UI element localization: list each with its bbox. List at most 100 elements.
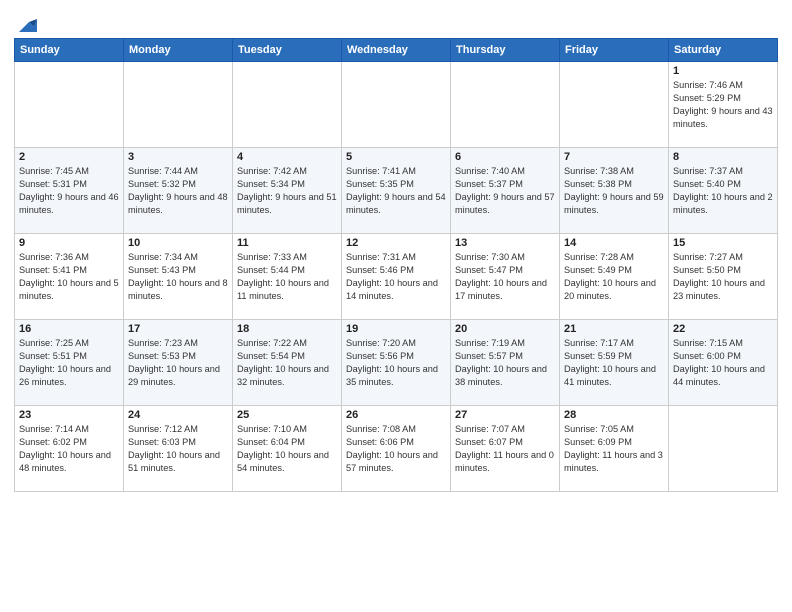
calendar-week: 2Sunrise: 7:45 AM Sunset: 5:31 PM Daylig…	[15, 148, 778, 234]
day-number: 21	[564, 323, 664, 335]
weekday-row: SundayMondayTuesdayWednesdayThursdayFrid…	[15, 39, 778, 62]
calendar-cell: 10 Sunrise: 7:34 AM Sunset: 5:43 PM Dayli…	[124, 234, 233, 320]
day-info: Sunrise: 7:46 AM Sunset: 5:29 PM Dayligh…	[673, 79, 773, 131]
day-info: Sunrise: 7:31 AM Sunset: 5:46 PM Dayligh…	[346, 251, 446, 303]
weekday-header: Sunday	[15, 39, 124, 62]
day-number: 11	[237, 237, 337, 249]
calendar-cell: 16 Sunrise: 7:25 AM Sunset: 5:51 PM Dayli…	[15, 320, 124, 406]
calendar-cell: 7 Sunrise: 7:38 AM Sunset: 5:38 PM Daylig…	[560, 148, 669, 234]
day-number: 22	[673, 323, 773, 335]
calendar-cell: 9Sunrise: 7:36 AM Sunset: 5:41 PM Daylig…	[15, 234, 124, 320]
day-info: Sunrise: 7:05 AM Sunset: 6:09 PM Dayligh…	[564, 423, 664, 475]
calendar-cell	[233, 62, 342, 148]
calendar-cell: 14 Sunrise: 7:28 AM Sunset: 5:49 PM Dayli…	[560, 234, 669, 320]
calendar-cell: 12 Sunrise: 7:31 AM Sunset: 5:46 PM Dayli…	[342, 234, 451, 320]
day-number: 8	[673, 151, 773, 163]
day-info: Sunrise: 7:17 AM Sunset: 5:59 PM Dayligh…	[564, 337, 664, 389]
calendar-week: 1Sunrise: 7:46 AM Sunset: 5:29 PM Daylig…	[15, 62, 778, 148]
weekday-header: Saturday	[669, 39, 778, 62]
day-number: 25	[237, 409, 337, 421]
day-number: 20	[455, 323, 555, 335]
day-number: 16	[19, 323, 119, 335]
calendar-cell: 8 Sunrise: 7:37 AM Sunset: 5:40 PM Daylig…	[669, 148, 778, 234]
day-number: 5	[346, 151, 446, 163]
calendar-cell	[560, 62, 669, 148]
day-info: Sunrise: 7:23 AM Sunset: 5:53 PM Dayligh…	[128, 337, 228, 389]
weekday-header: Wednesday	[342, 39, 451, 62]
day-info: Sunrise: 7:40 AM Sunset: 5:37 PM Dayligh…	[455, 165, 555, 217]
header	[14, 10, 778, 32]
day-number: 4	[237, 151, 337, 163]
day-number: 19	[346, 323, 446, 335]
weekday-header: Tuesday	[233, 39, 342, 62]
calendar-cell: 1Sunrise: 7:46 AM Sunset: 5:29 PM Daylig…	[669, 62, 778, 148]
calendar-week: 9Sunrise: 7:36 AM Sunset: 5:41 PM Daylig…	[15, 234, 778, 320]
calendar-cell: 24 Sunrise: 7:12 AM Sunset: 6:03 PM Dayli…	[124, 406, 233, 492]
day-info: Sunrise: 7:20 AM Sunset: 5:56 PM Dayligh…	[346, 337, 446, 389]
weekday-header: Thursday	[451, 39, 560, 62]
day-info: Sunrise: 7:36 AM Sunset: 5:41 PM Dayligh…	[19, 251, 119, 303]
weekday-header: Monday	[124, 39, 233, 62]
logo	[14, 14, 37, 32]
day-info: Sunrise: 7:15 AM Sunset: 6:00 PM Dayligh…	[673, 337, 773, 389]
day-number: 14	[564, 237, 664, 249]
weekday-header: Friday	[560, 39, 669, 62]
calendar-header: SundayMondayTuesdayWednesdayThursdayFrid…	[15, 39, 778, 62]
day-number: 6	[455, 151, 555, 163]
day-info: Sunrise: 7:37 AM Sunset: 5:40 PM Dayligh…	[673, 165, 773, 217]
page-container: SundayMondayTuesdayWednesdayThursdayFrid…	[0, 0, 792, 498]
day-info: Sunrise: 7:08 AM Sunset: 6:06 PM Dayligh…	[346, 423, 446, 475]
calendar-cell: 19 Sunrise: 7:20 AM Sunset: 5:56 PM Dayli…	[342, 320, 451, 406]
day-number: 24	[128, 409, 228, 421]
day-number: 3	[128, 151, 228, 163]
day-number: 13	[455, 237, 555, 249]
day-info: Sunrise: 7:25 AM Sunset: 5:51 PM Dayligh…	[19, 337, 119, 389]
day-info: Sunrise: 7:10 AM Sunset: 6:04 PM Dayligh…	[237, 423, 337, 475]
calendar-cell: 15 Sunrise: 7:27 AM Sunset: 5:50 PM Dayli…	[669, 234, 778, 320]
calendar-cell: 21 Sunrise: 7:17 AM Sunset: 5:59 PM Dayli…	[560, 320, 669, 406]
calendar-cell: 26 Sunrise: 7:08 AM Sunset: 6:06 PM Dayli…	[342, 406, 451, 492]
day-info: Sunrise: 7:38 AM Sunset: 5:38 PM Dayligh…	[564, 165, 664, 217]
day-info: Sunrise: 7:44 AM Sunset: 5:32 PM Dayligh…	[128, 165, 228, 217]
day-info: Sunrise: 7:14 AM Sunset: 6:02 PM Dayligh…	[19, 423, 119, 475]
calendar-cell: 6 Sunrise: 7:40 AM Sunset: 5:37 PM Daylig…	[451, 148, 560, 234]
day-number: 12	[346, 237, 446, 249]
calendar-cell	[451, 62, 560, 148]
calendar-cell: 11 Sunrise: 7:33 AM Sunset: 5:44 PM Dayli…	[233, 234, 342, 320]
day-number: 10	[128, 237, 228, 249]
day-number: 18	[237, 323, 337, 335]
calendar-cell	[342, 62, 451, 148]
calendar-cell: 20Sunrise: 7:19 AM Sunset: 5:57 PM Dayli…	[451, 320, 560, 406]
day-info: Sunrise: 7:33 AM Sunset: 5:44 PM Dayligh…	[237, 251, 337, 303]
logo-icon	[15, 14, 37, 36]
day-number: 28	[564, 409, 664, 421]
day-info: Sunrise: 7:22 AM Sunset: 5:54 PM Dayligh…	[237, 337, 337, 389]
calendar-cell: 25 Sunrise: 7:10 AM Sunset: 6:04 PM Dayli…	[233, 406, 342, 492]
calendar-cell: 17Sunrise: 7:23 AM Sunset: 5:53 PM Dayli…	[124, 320, 233, 406]
calendar-cell	[15, 62, 124, 148]
calendar-cell: 18 Sunrise: 7:22 AM Sunset: 5:54 PM Dayli…	[233, 320, 342, 406]
calendar-cell	[669, 406, 778, 492]
day-number: 26	[346, 409, 446, 421]
day-info: Sunrise: 7:07 AM Sunset: 6:07 PM Dayligh…	[455, 423, 555, 475]
calendar-week: 23Sunrise: 7:14 AM Sunset: 6:02 PM Dayli…	[15, 406, 778, 492]
calendar-cell: 2Sunrise: 7:45 AM Sunset: 5:31 PM Daylig…	[15, 148, 124, 234]
calendar-cell: 4 Sunrise: 7:42 AM Sunset: 5:34 PM Daylig…	[233, 148, 342, 234]
day-number: 2	[19, 151, 119, 163]
calendar-cell: 23Sunrise: 7:14 AM Sunset: 6:02 PM Dayli…	[15, 406, 124, 492]
day-number: 7	[564, 151, 664, 163]
day-number: 27	[455, 409, 555, 421]
calendar-cell: 5 Sunrise: 7:41 AM Sunset: 5:35 PM Daylig…	[342, 148, 451, 234]
calendar-cell: 3 Sunrise: 7:44 AM Sunset: 5:32 PM Daylig…	[124, 148, 233, 234]
day-info: Sunrise: 7:28 AM Sunset: 5:49 PM Dayligh…	[564, 251, 664, 303]
calendar-table: SundayMondayTuesdayWednesdayThursdayFrid…	[14, 38, 778, 492]
day-info: Sunrise: 7:12 AM Sunset: 6:03 PM Dayligh…	[128, 423, 228, 475]
day-info: Sunrise: 7:30 AM Sunset: 5:47 PM Dayligh…	[455, 251, 555, 303]
day-info: Sunrise: 7:34 AM Sunset: 5:43 PM Dayligh…	[128, 251, 228, 303]
day-number: 15	[673, 237, 773, 249]
day-info: Sunrise: 7:42 AM Sunset: 5:34 PM Dayligh…	[237, 165, 337, 217]
calendar-cell: 28 Sunrise: 7:05 AM Sunset: 6:09 PM Dayli…	[560, 406, 669, 492]
calendar-cell	[124, 62, 233, 148]
day-info: Sunrise: 7:27 AM Sunset: 5:50 PM Dayligh…	[673, 251, 773, 303]
day-info: Sunrise: 7:41 AM Sunset: 5:35 PM Dayligh…	[346, 165, 446, 217]
